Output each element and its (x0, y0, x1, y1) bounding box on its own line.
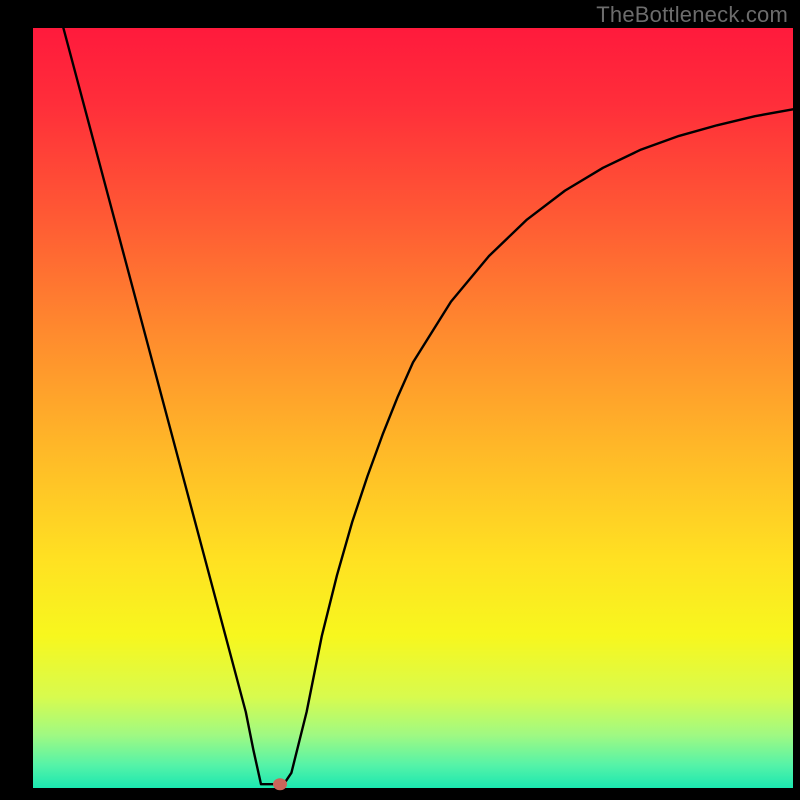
optimum-marker (273, 778, 287, 790)
chart-canvas (0, 0, 800, 800)
chart-gradient-bg (33, 28, 793, 788)
watermark-text: TheBottleneck.com (596, 2, 788, 28)
bottleneck-chart: TheBottleneck.com (0, 0, 800, 800)
